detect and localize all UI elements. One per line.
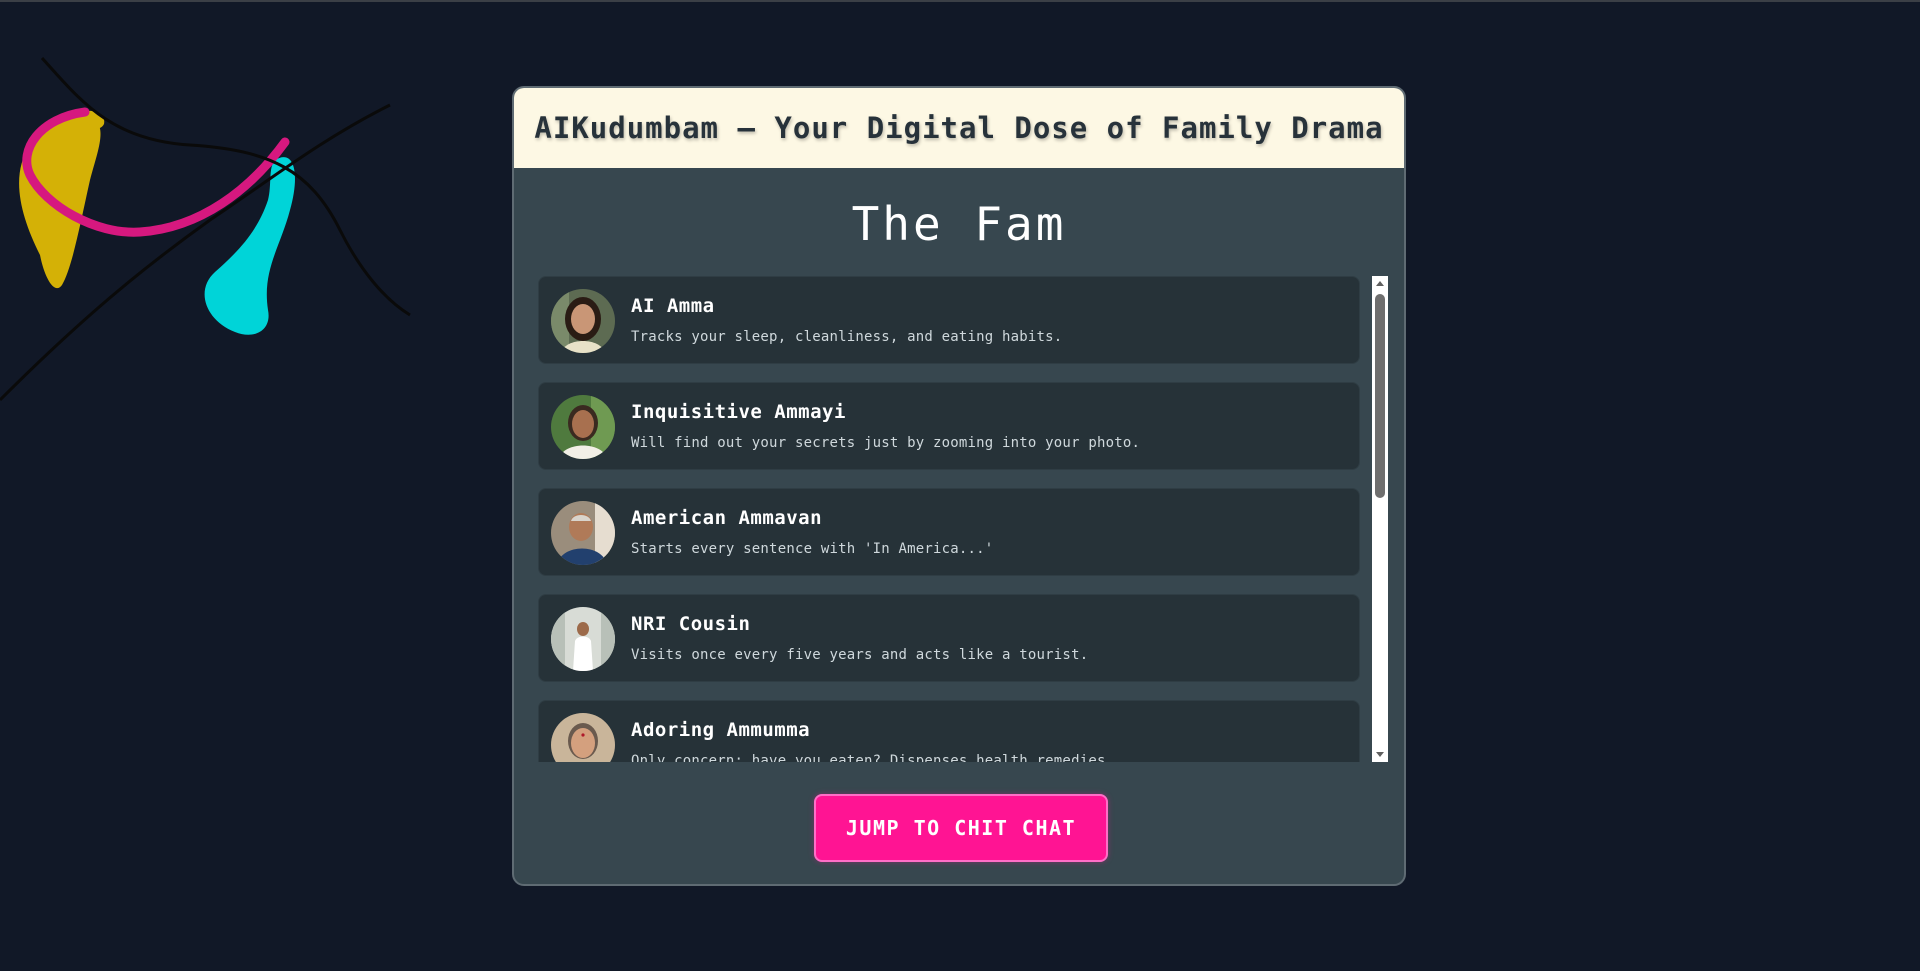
woman-portrait-icon [551, 713, 615, 762]
character-description: Will find out your secrets just by zoomi… [631, 435, 1141, 451]
character-card-nri-cousin[interactable]: NRI Cousin Visits once every five years … [538, 594, 1360, 682]
character-list-container: AI Amma Tracks your sleep, cleanliness, … [538, 276, 1396, 762]
avatar [551, 501, 615, 565]
character-description: Starts every sentence with 'In America..… [631, 541, 994, 557]
character-name: Inquisitive Ammayi [631, 401, 846, 423]
character-card-inquisitive-ammayi[interactable]: Inquisitive Ammayi Will find out your se… [538, 382, 1360, 470]
avatar [551, 289, 615, 353]
section-title: The Fam [851, 197, 1067, 251]
scroll-down-arrow-icon[interactable] [1376, 752, 1384, 757]
character-card-american-ammavan[interactable]: American Ammavan Starts every sentence w… [538, 488, 1360, 576]
app-header: AIKudumbam – Your Digital Dose of Family… [514, 88, 1404, 168]
main-card: AIKudumbam – Your Digital Dose of Family… [512, 86, 1406, 886]
app-title: AIKudumbam – Your Digital Dose of Family… [534, 111, 1384, 145]
character-name: Adoring Ammumma [631, 719, 811, 741]
character-card-ai-amma[interactable]: AI Amma Tracks your sleep, cleanliness, … [538, 276, 1360, 364]
character-name: NRI Cousin [631, 613, 751, 635]
jump-to-chit-chat-button[interactable]: JUMP TO CHIT CHAT [814, 794, 1108, 862]
avatar [551, 713, 615, 762]
woman-portrait-icon [551, 289, 615, 353]
man-portrait-icon [551, 607, 615, 671]
woman-portrait-icon [551, 395, 615, 459]
avatar [551, 607, 615, 671]
scroll-thumb[interactable] [1375, 294, 1385, 498]
character-description: Visits once every five years and acts li… [631, 647, 1089, 663]
abstract-doodle-art [0, 56, 411, 402]
scroll-up-arrow-icon[interactable] [1376, 281, 1384, 286]
character-description: Tracks your sleep, cleanliness, and eati… [631, 329, 1063, 345]
character-name: AI Amma [631, 295, 715, 317]
character-list[interactable]: AI Amma Tracks your sleep, cleanliness, … [538, 276, 1372, 762]
character-description: Only concern: have you eaten? Dispenses … [631, 753, 1115, 762]
list-scrollbar[interactable] [1372, 276, 1388, 762]
character-name: American Ammavan [631, 507, 823, 529]
character-card-adoring-ammumma[interactable]: Adoring Ammumma Only concern: have you e… [538, 700, 1360, 762]
man-portrait-icon [551, 501, 615, 565]
avatar [551, 395, 615, 459]
